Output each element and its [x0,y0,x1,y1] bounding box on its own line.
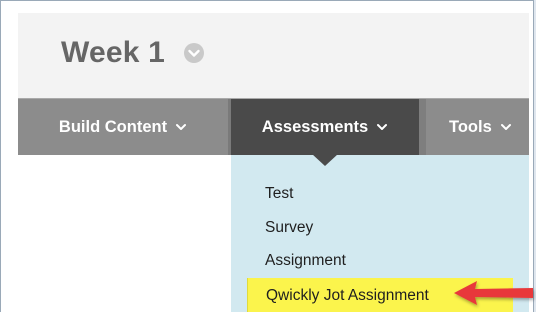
assessments-menu[interactable]: Assessments [231,99,419,155]
menu-item-test[interactable]: Test [265,185,293,203]
toolbar-divider [419,99,426,155]
tools-menu[interactable]: Tools [426,99,529,155]
assessments-label: Assessments [261,117,369,136]
build-content-label: Build Content [58,117,168,136]
content-area: Week 1 Build Content Assessments Tools T… [18,13,529,312]
page-header: Week 1 [18,13,529,98]
red-arrow-icon [454,281,533,305]
page-title: Week 1 [61,36,166,69]
chevron-down-icon [176,124,187,130]
chevron-down-circle-icon[interactable] [183,42,205,64]
chevron-down-icon [500,124,511,130]
dropdown-caret [312,154,338,166]
build-content-menu[interactable]: Build Content [18,99,228,155]
content-toolbar: Build Content Assessments Tools [18,98,529,155]
menu-item-survey[interactable]: Survey [265,219,313,237]
menu-item-assignment[interactable]: Assignment [265,252,346,270]
screenshot-frame: Week 1 Build Content Assessments Tools T… [0,0,534,312]
menu-item-label: Qwickly Jot Assignment [266,287,429,304]
tools-label: Tools [449,117,492,136]
chevron-down-icon [377,124,388,130]
